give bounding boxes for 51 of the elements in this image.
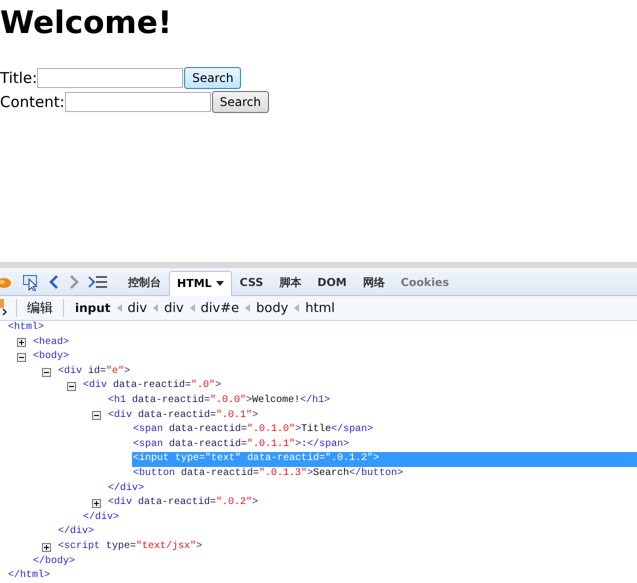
search-button[interactable]: Search xyxy=(212,91,269,113)
html-node[interactable]: <head> xyxy=(32,336,74,350)
console-icon[interactable] xyxy=(88,274,108,288)
html-node[interactable]: <body> xyxy=(32,350,74,365)
closing-tag: </html> xyxy=(7,569,54,583)
panel-tab[interactable]: 网络 xyxy=(354,271,393,295)
expand-icon[interactable] xyxy=(17,338,26,348)
chevron-icon xyxy=(245,304,250,312)
chevron-icon xyxy=(153,304,158,312)
input-field[interactable] xyxy=(37,68,184,88)
collapse-icon[interactable] xyxy=(92,411,101,420)
html-node[interactable]: <button data-reactid=".0.1.3">Search</button> xyxy=(132,466,408,482)
expand-icon[interactable] xyxy=(92,498,101,508)
inspect-icon[interactable] xyxy=(22,272,40,290)
html-node[interactable]: <div data-reactid=".0.2"> xyxy=(107,496,262,511)
panel-tab[interactable]: 控制台 xyxy=(120,271,169,295)
closing-tag: </div> xyxy=(82,510,124,526)
html-node[interactable]: <div id="e"> xyxy=(57,364,134,380)
closing-tag: </div> xyxy=(57,525,98,540)
collapse-icon[interactable] xyxy=(42,368,51,377)
input-field[interactable] xyxy=(64,92,211,112)
html-node[interactable]: <script type="text/jsx"> xyxy=(57,540,206,554)
breadcrumb-item[interactable]: input xyxy=(72,301,114,315)
breadcrumb-item[interactable]: div xyxy=(161,300,187,316)
breadcrumb-item[interactable]: div xyxy=(124,300,150,316)
chevron-icon xyxy=(116,304,122,312)
breadcrumb-item[interactable]: html xyxy=(302,300,338,316)
html-node[interactable]: <span data-reactid=".0.1.1">:</span> xyxy=(132,438,354,452)
breadcrumb-item[interactable]: body xyxy=(253,300,292,316)
closing-tag: </body> xyxy=(32,554,80,570)
chevron-icon xyxy=(294,304,300,312)
chevron-icon xyxy=(190,304,195,312)
html-node[interactable]: <span data-reactid=".0.1.0">Title</span> xyxy=(132,423,378,438)
breadcrumb-item[interactable]: div#e xyxy=(198,300,242,316)
collapse-icon[interactable] xyxy=(67,382,76,392)
expand-icon[interactable] xyxy=(42,542,51,552)
panel-tab[interactable]: CSS xyxy=(232,271,272,295)
html-node[interactable]: <div data-reactid=".0"> xyxy=(82,379,226,394)
panel-tab[interactable]: 脚本 xyxy=(271,271,310,295)
edit-button[interactable]: 编辑 xyxy=(25,299,55,317)
collapse-icon[interactable] xyxy=(17,352,26,362)
search-button[interactable]: Search xyxy=(184,67,242,89)
panel-tab[interactable]: HTML xyxy=(169,271,232,296)
field-label: Title: xyxy=(0,69,38,87)
page-heading: Welcome! xyxy=(0,4,173,42)
panel-tab[interactable]: DOM xyxy=(309,271,355,295)
html-node[interactable]: <h1 data-reactid=".0.0">Welcome!</h1> xyxy=(107,394,334,409)
html-node[interactable]: <div data-reactid=".0.1"> xyxy=(107,408,262,424)
html-node[interactable]: <html> xyxy=(7,321,48,336)
field-label: Content: xyxy=(0,93,65,111)
closing-tag: </div> xyxy=(107,482,148,496)
